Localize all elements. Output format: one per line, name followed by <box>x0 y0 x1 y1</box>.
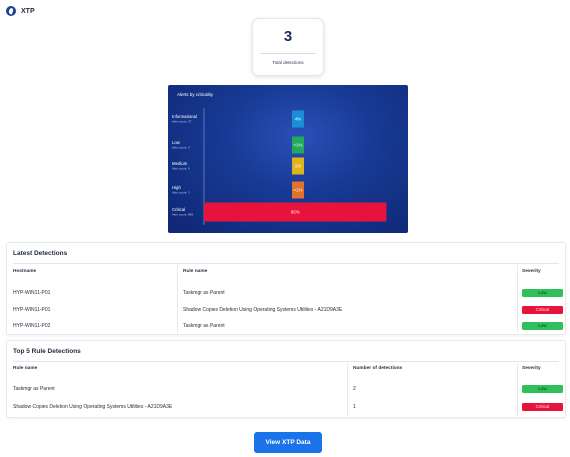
app-title: XTP <box>21 7 35 15</box>
alerts-by-criticality-chart: Alerts by criticality 4% Informational Ale… <box>168 85 408 233</box>
category-sublabel: Alert count: 3 <box>172 191 190 195</box>
section-divider <box>13 263 559 264</box>
count-cell: 1 <box>353 404 356 410</box>
view-xtp-data-button[interactable]: View XTP Data <box>254 432 322 453</box>
chart-canvas: 4%InformationalAlert count: 37<1%LowAler… <box>172 108 387 225</box>
col-detection-count: Number of detections <box>353 366 403 371</box>
section-divider <box>13 361 559 362</box>
latest-detections-title: Latest Detections <box>13 250 68 257</box>
col-rule-name: Rule name <box>13 366 38 371</box>
table-row[interactable]: HYP-WIN11-P02 Taskmgr as Parent Low <box>7 320 565 332</box>
total-detections-value: 3 <box>283 28 293 45</box>
hostname-cell: HYP-WIN11-P02 <box>13 323 51 329</box>
table-row[interactable]: HYP-WIN11-P01 Shadow Copies Deletion Usi… <box>7 304 565 316</box>
severity-badge: Critical <box>522 306 563 314</box>
kpi-divider <box>260 53 316 54</box>
col-rule-name: Rule name <box>183 269 208 274</box>
category-label: High <box>172 185 181 190</box>
rule-cell: Shadow Copies Deletion Using Operating S… <box>13 404 173 410</box>
bar-value-label: <1% <box>293 143 302 148</box>
rule-cell: Shadow Copies Deletion Using Operating S… <box>183 307 343 313</box>
category-label: Informational <box>172 114 197 119</box>
category-sublabel: Alert count: 37 <box>172 120 192 124</box>
rule-cell: Taskmgr as Parent <box>13 386 55 392</box>
total-detections-card: 3 Total detections <box>252 18 324 76</box>
count-cell: 2 <box>353 386 356 392</box>
hostname-cell: HYP-WIN11-P01 <box>13 307 51 313</box>
table-row[interactable]: HYP-WIN11-P01 Taskmgr as Parent Low <box>7 287 565 299</box>
col-severity: Severity <box>522 269 541 274</box>
category-label: Medium <box>172 161 188 166</box>
category-sublabel: Alert count: 9 <box>172 167 190 171</box>
severity-badge: Low <box>522 289 563 297</box>
severity-badge: Low <box>522 322 563 330</box>
hostname-cell: HYP-WIN11-P01 <box>13 290 51 296</box>
rule-cell: Taskmgr as Parent <box>183 290 225 296</box>
bar-value-label: 4% <box>295 117 302 122</box>
table-row[interactable]: Shadow Copies Deletion Using Operating S… <box>7 401 565 413</box>
severity-badge: Critical <box>522 403 563 411</box>
category-sublabel: Alert count: 868 <box>172 213 193 217</box>
top5-title: Top 5 Rule Detections <box>13 348 81 355</box>
latest-detections-panel: Latest Detections Hostname Rule name Sev… <box>6 242 566 335</box>
severity-badge: Low <box>522 385 563 393</box>
col-severity: Severity <box>522 366 541 371</box>
col-hostname: Hostname <box>13 269 37 274</box>
category-label: Low <box>172 140 181 145</box>
bar-value-label: 95% <box>291 210 300 215</box>
bar-value-label: <1% <box>293 188 302 193</box>
category-label: Critical <box>172 207 185 212</box>
category-sublabel: Alert count: 3 <box>172 146 190 150</box>
table-row[interactable]: Taskmgr as Parent 2 Low <box>7 383 565 395</box>
bar-value-label: 1% <box>295 164 302 169</box>
xtp-logo-icon <box>6 6 16 16</box>
total-detections-label: Total detections <box>272 60 304 65</box>
rule-cell: Taskmgr as Parent <box>183 323 225 329</box>
top5-rule-detections-panel: Top 5 Rule Detections Rule name Number o… <box>6 340 566 418</box>
app-header: XTP <box>6 5 35 17</box>
